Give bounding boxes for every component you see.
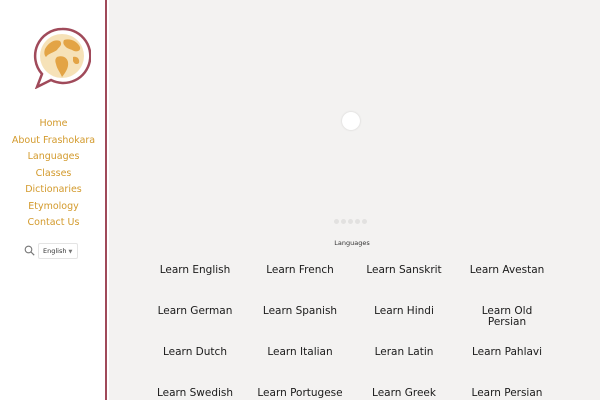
nav-about-frashokara[interactable]: About Frashokara bbox=[0, 133, 107, 150]
nav-languages[interactable]: Languages bbox=[0, 149, 107, 166]
language-link-italian[interactable]: Learn Italian bbox=[250, 347, 350, 358]
language-link-greek[interactable]: Learn Greek bbox=[354, 388, 454, 399]
nav-dictionaries[interactable]: Dictionaries bbox=[0, 182, 107, 199]
language-link-avestan[interactable]: Learn Avestan bbox=[457, 265, 557, 276]
language-link-english[interactable]: Learn English bbox=[145, 265, 245, 276]
sidebar: Home About Frashokara Languages Classes … bbox=[0, 0, 107, 400]
language-link-persian[interactable]: Learn Persian bbox=[457, 388, 557, 399]
slider-dot[interactable] bbox=[341, 219, 346, 224]
search-icon[interactable] bbox=[24, 245, 35, 256]
nav-etymology[interactable]: Etymology bbox=[0, 199, 107, 216]
language-link-german[interactable]: Learn German bbox=[145, 306, 245, 317]
section-title: Languages bbox=[334, 239, 370, 247]
nav-contact-us[interactable]: Contact Us bbox=[0, 215, 107, 232]
logo[interactable] bbox=[33, 27, 91, 89]
language-link-latin[interactable]: Leran Latin bbox=[354, 347, 454, 358]
main-content: Languages Learn English Learn French Lea… bbox=[109, 0, 600, 400]
language-link-pahlavi[interactable]: Learn Pahlavi bbox=[457, 347, 557, 358]
language-link-hindi[interactable]: Learn Hindi bbox=[354, 306, 454, 317]
nav-classes[interactable]: Classes bbox=[0, 166, 107, 183]
language-link-swedish[interactable]: Learn Swedish bbox=[145, 388, 245, 399]
chevron-down-icon: ▼ bbox=[68, 249, 73, 255]
slider-dot[interactable] bbox=[334, 219, 339, 224]
slider-dots bbox=[334, 209, 369, 224]
nav-home[interactable]: Home bbox=[0, 116, 107, 133]
main-nav: Home About Frashokara Languages Classes … bbox=[0, 116, 107, 232]
language-select-value: English bbox=[43, 247, 67, 255]
slider-dot[interactable] bbox=[348, 219, 353, 224]
slider-dot[interactable] bbox=[355, 219, 360, 224]
language-link-sanskrit[interactable]: Learn Sanskrit bbox=[354, 265, 454, 276]
language-link-french[interactable]: Learn French bbox=[250, 265, 350, 276]
language-link-spanish[interactable]: Learn Spanish bbox=[250, 306, 350, 317]
language-link-portugese[interactable]: Learn Portugese bbox=[250, 388, 350, 399]
language-link-dutch[interactable]: Learn Dutch bbox=[145, 347, 245, 358]
language-select[interactable]: English ▼ bbox=[38, 243, 78, 259]
language-link-old-persian[interactable]: Learn Old Persian bbox=[480, 306, 534, 328]
loading-spinner bbox=[342, 112, 360, 130]
slider-dot[interactable] bbox=[362, 219, 367, 224]
